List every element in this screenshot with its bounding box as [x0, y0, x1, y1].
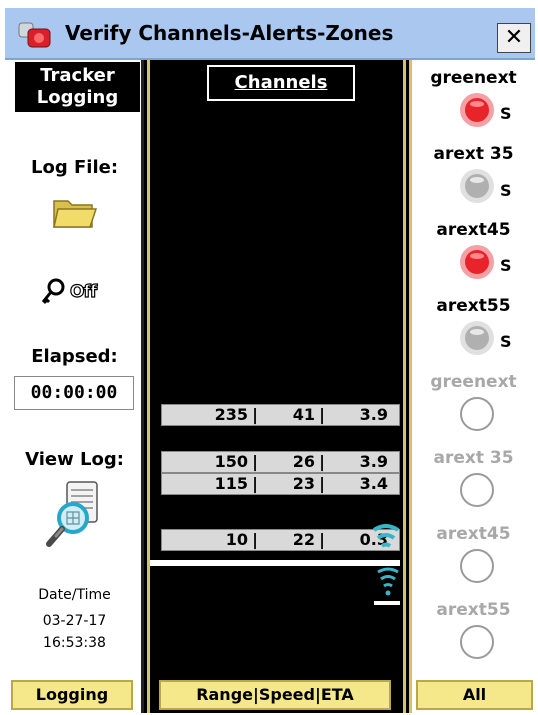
zone-led-empty[interactable] [458, 396, 496, 432]
speed-cell: 26 [292, 452, 315, 471]
position-marker-line [374, 601, 400, 605]
range-cell: 235 [214, 405, 248, 424]
zone-label: greenext [430, 68, 517, 88]
zone-suffix: S [500, 332, 512, 351]
tab-range-speed-eta[interactable]: Range|Speed|ETA [159, 680, 391, 710]
channel-row[interactable]: 115 | 23 | 3.4 [161, 473, 400, 495]
speed-cell: 22 [292, 530, 315, 549]
zone-led-empty[interactable] [458, 624, 496, 660]
channel-row[interactable]: 10 | 22 | 0.3 [161, 529, 400, 551]
zone-label: arext 35 [433, 448, 514, 468]
channel-row[interactable]: 235 | 41 | 3.9 [161, 404, 400, 426]
wireless-signal-icon [377, 567, 399, 596]
channel-row[interactable]: 150 | 26 | 3.9 [161, 451, 400, 473]
app-window: Verify Channels-Alerts-Zones ✕ Tracker L… [5, 8, 535, 713]
zone-led-empty[interactable] [458, 548, 496, 584]
eta-cell: 3.9 [359, 405, 388, 424]
folder-icon[interactable] [52, 195, 98, 231]
elapsed-time: 00:00:00 [14, 376, 134, 410]
title-bar: Verify Channels-Alerts-Zones ✕ [5, 8, 535, 60]
time-value: 16:53:38 [43, 635, 106, 651]
view-log-label: View Log: [25, 449, 124, 470]
range-marker-line [150, 560, 400, 566]
zone-label: arext55 [436, 296, 511, 316]
eta-cell: 3.9 [359, 452, 388, 471]
tab-logging[interactable]: Logging [11, 680, 133, 710]
zone-label: greenext [430, 372, 517, 392]
channels-button[interactable]: Channels [207, 65, 355, 101]
date-value: 03-27-17 [42, 613, 107, 629]
window-title: Verify Channels-Alerts-Zones [65, 21, 394, 45]
zone-suffix: S [500, 256, 512, 275]
tracker-logging-header: Tracker Logging [15, 62, 140, 112]
key-icon [41, 278, 65, 305]
speed-cell: 23 [292, 474, 315, 493]
elapsed-label: Elapsed: [31, 346, 118, 367]
datetime-label: Date/Time [38, 587, 111, 603]
close-button[interactable]: ✕ [497, 23, 531, 53]
zone-label: arext55 [436, 600, 511, 620]
wireless-signal-icon [372, 524, 400, 548]
magnifier-document-icon[interactable] [43, 478, 105, 552]
range-cell: 10 [225, 530, 248, 549]
tab-all[interactable]: All [416, 680, 533, 710]
zones-panel: greenext S arext 35 S arext45 S arext55 … [409, 60, 535, 713]
zone-label: arext 35 [433, 144, 514, 164]
range-cell: 115 [214, 474, 248, 493]
app-icon [18, 22, 51, 48]
eta-cell: 3.4 [359, 474, 388, 493]
zone-led-empty[interactable] [458, 472, 496, 508]
logging-state-label: Off [69, 281, 97, 302]
zone-suffix: S [500, 104, 512, 123]
zone-led-gray[interactable] [458, 320, 496, 356]
zone-led-red[interactable] [458, 244, 496, 280]
zone-label: arext45 [436, 220, 511, 240]
zone-led-red[interactable] [458, 92, 496, 128]
range-cell: 150 [214, 452, 248, 471]
zone-led-gray[interactable] [458, 168, 496, 204]
zone-suffix: S [500, 181, 512, 200]
speed-cell: 41 [292, 405, 315, 424]
zone-label: arext45 [436, 524, 511, 544]
channels-panel: Channels 235 | 41 | 3.9 150 | 26 | 3.9 115 | … [147, 60, 406, 713]
log-file-label: Log File: [30, 157, 119, 178]
logging-toggle[interactable]: Off [40, 278, 98, 306]
logging-panel: Tracker Logging Log File: Off Elapsed: 0… [5, 60, 144, 713]
